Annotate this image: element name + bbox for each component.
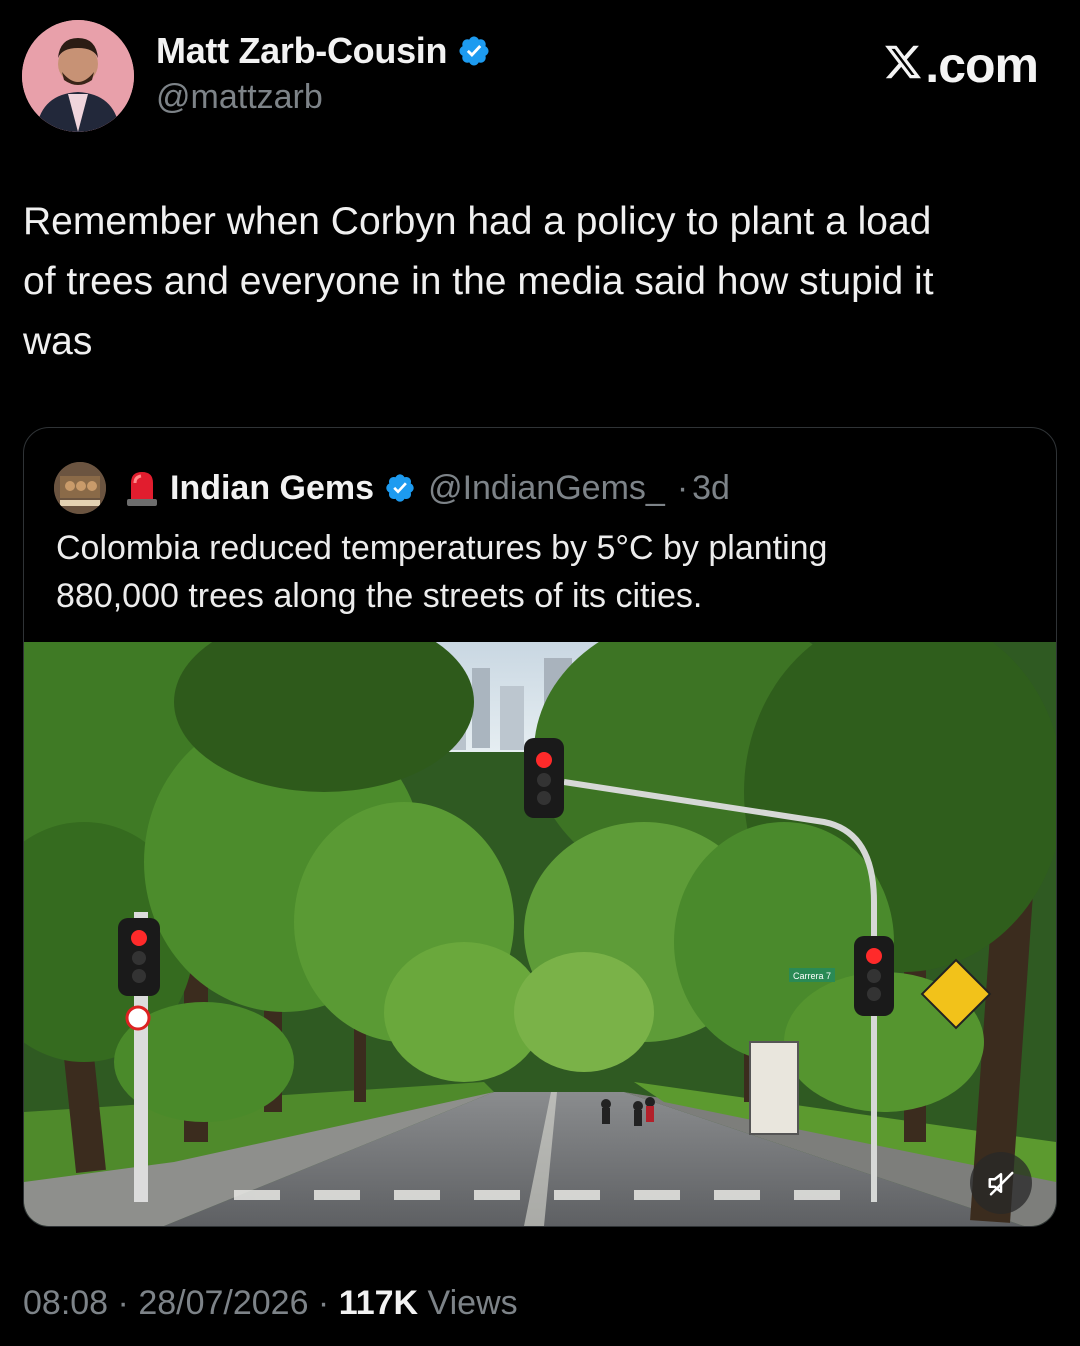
quoted-name[interactable]: Indian Gems (170, 469, 374, 508)
site-label: .com (925, 37, 1039, 93)
quoted-avatar[interactable] (54, 462, 106, 514)
quoted-media-image[interactable]: Carrera 7 (24, 642, 1056, 1226)
author-name-row: Matt Zarb-Cousin (156, 30, 491, 72)
siren-emoji-icon (127, 472, 157, 506)
author-name[interactable]: Matt Zarb-Cousin (156, 30, 447, 72)
tweet-meta: 08:08 · 28/07/2026 · 117K Views (23, 1284, 518, 1323)
x-brand: .com (883, 36, 1039, 94)
tweet-time[interactable]: 08:08 (23, 1284, 108, 1322)
views-count[interactable]: 117K (339, 1284, 418, 1322)
tweet-text: Remember when Corbyn had a policy to pla… (23, 200, 934, 363)
meta-separator: · (108, 1284, 139, 1322)
author-avatar[interactable] (22, 20, 134, 132)
views-label: Views (418, 1284, 518, 1322)
mute-button[interactable] (970, 1152, 1032, 1214)
x-logo-icon (885, 45, 922, 79)
quoted-handle[interactable]: @IndianGems_ (428, 469, 665, 508)
quoted-text: Colombia reduced temperatures by 5°C by … (56, 529, 828, 615)
tweet-date[interactable]: 28/07/2026 (138, 1284, 308, 1322)
speaker-muted-icon (988, 1171, 1014, 1196)
avatar-image (22, 20, 134, 132)
quoted-age[interactable]: 3d (692, 469, 730, 508)
author-handle[interactable]: @mattzarb (156, 78, 323, 117)
quoted-tweet[interactable]: Indian Gems @IndianGems_ · 3d Colombia r… (23, 427, 1057, 1227)
verified-badge-icon (386, 474, 414, 502)
street-sign-label: Carrera 7 (793, 971, 831, 981)
quoted-avatar-image (54, 462, 106, 514)
verified-badge-icon (459, 36, 489, 66)
quoted-separator: · (676, 468, 689, 507)
quoted-header: Indian Gems @IndianGems_ · 3d (54, 462, 730, 514)
meta-separator: · (308, 1284, 339, 1322)
